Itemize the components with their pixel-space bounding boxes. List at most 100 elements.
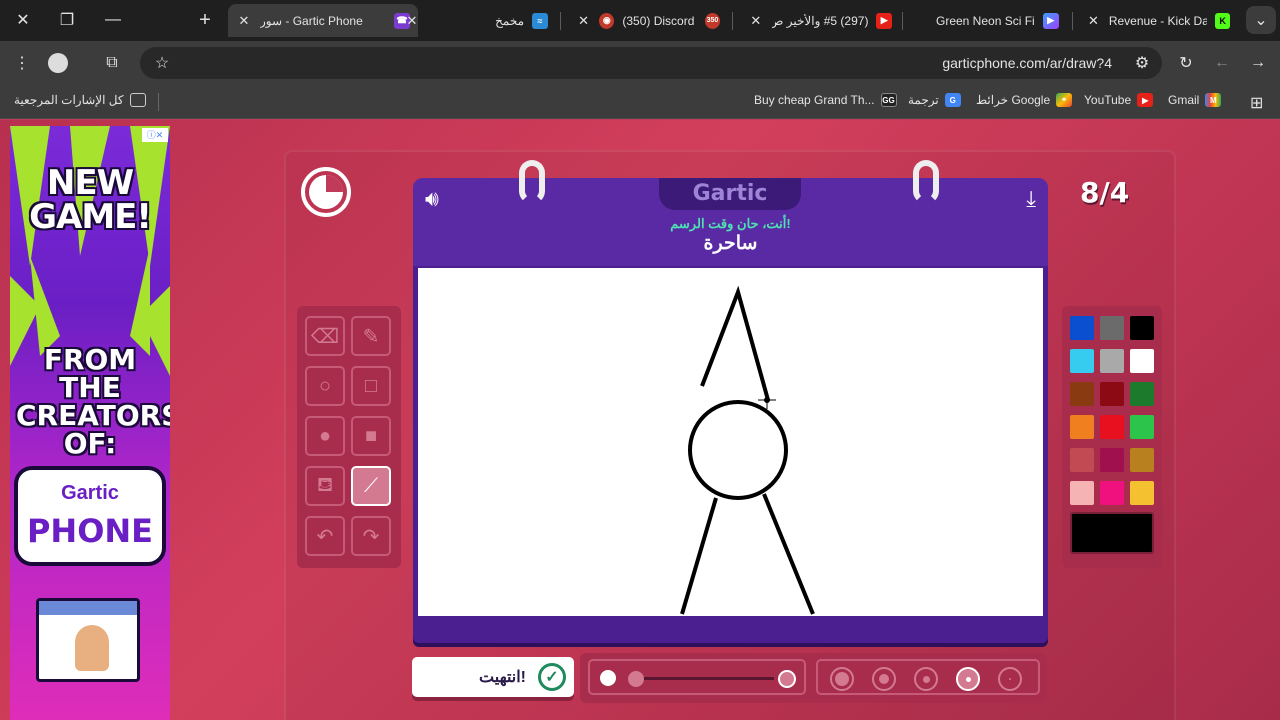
circle-filled-icon[interactable]: ● xyxy=(305,416,345,456)
tab-mukhmukh[interactable]: ✕ مخمخ ≈ xyxy=(396,4,556,37)
browser-toolbar: ⋮ ⧉ ☆ garticphone.com/ar/draw?4 ⚙ ↻ ← → xyxy=(0,41,1280,85)
undo-icon[interactable]: ↶ xyxy=(305,516,345,556)
download-icon[interactable]: ⤓ xyxy=(1026,186,1036,212)
sound-icon[interactable]: 🔊︎ xyxy=(425,186,439,212)
url-text[interactable]: garticphone.com/ar/draw?4 xyxy=(942,55,1112,71)
bookmark-maps[interactable]: خرائط Google ⌖ xyxy=(976,93,1073,107)
tab-title: مخمخ xyxy=(495,13,524,28)
tab-youtube-video[interactable]: ✕ (297) #5 والأخير ص ▶ xyxy=(740,4,900,37)
tab-title: Revenue - Kick Das xyxy=(1108,13,1208,28)
color-swatch[interactable] xyxy=(1070,481,1094,505)
done-label: انتهيت! xyxy=(479,669,526,686)
color-swatch[interactable] xyxy=(1130,382,1154,406)
brush-size-xs[interactable] xyxy=(998,667,1022,691)
youtube-icon: ▶ xyxy=(1137,93,1154,107)
tab-search-icon[interactable]: ⌄ xyxy=(1246,6,1276,34)
restore-window-icon[interactable]: ❐ xyxy=(52,6,82,34)
minimize-window-icon[interactable]: — xyxy=(98,6,128,34)
tab-gartic-phone[interactable]: ✕ Gartic Phone - سور ☎ xyxy=(228,4,418,37)
ad-brand-bottom: PHONE xyxy=(26,512,154,550)
color-swatch[interactable] xyxy=(1100,415,1124,439)
slider-handle[interactable] xyxy=(628,671,644,687)
avatar[interactable] xyxy=(44,49,72,77)
color-swatch[interactable] xyxy=(1070,382,1094,406)
drawing-canvas[interactable] xyxy=(418,268,1043,616)
bookmark-all[interactable]: كل الإشارات المرجعية xyxy=(14,93,146,107)
brush-size-l[interactable] xyxy=(872,667,896,691)
tab-separator xyxy=(560,12,561,30)
color-palette xyxy=(1062,306,1162,568)
ad-brand-top: Gartic xyxy=(61,482,119,504)
pencil-icon[interactable]: ✎ xyxy=(351,316,391,356)
menu-icon[interactable]: ⋮ xyxy=(8,49,36,77)
color-swatch[interactable] xyxy=(1130,349,1154,373)
close-tab-icon[interactable]: ✕ xyxy=(748,13,764,29)
tab-discord[interactable]: ✕ ◉ (350) Discord | 350 xyxy=(568,4,728,37)
close-tab-icon[interactable]: ✕ xyxy=(404,13,420,29)
bookmark-label: Gmail xyxy=(1168,93,1200,107)
bookmarks-bar: كل الإشارات المرجعية Buy cheap Grand Th.… xyxy=(0,85,1280,119)
color-swatch[interactable] xyxy=(1130,481,1154,505)
gmail-icon: M xyxy=(1205,93,1222,107)
color-swatch[interactable] xyxy=(1070,448,1094,472)
opacity-slider[interactable] xyxy=(588,659,806,695)
ad-banner[interactable]: ⓘ✕ NEW GAME! FROM THE CREATORS OF: Garti… xyxy=(10,126,170,720)
ad-card-header xyxy=(39,601,137,615)
address-bar[interactable]: ☆ garticphone.com/ar/draw?4 ⚙ xyxy=(140,47,1162,79)
secret-word: ساحرة xyxy=(703,233,758,254)
color-swatch[interactable] xyxy=(1070,316,1094,340)
ad-info-icon[interactable]: ⓘ✕ xyxy=(142,128,168,142)
slider-end-dot xyxy=(778,670,796,688)
color-swatch[interactable] xyxy=(1100,349,1124,373)
gg-icon: GG xyxy=(880,93,897,107)
color-swatch[interactable] xyxy=(1070,415,1094,439)
tab-title: (350) Discord | xyxy=(622,13,697,28)
redo-icon[interactable]: ↷ xyxy=(351,516,391,556)
ad-character xyxy=(75,625,109,671)
reload-icon[interactable]: ↻ xyxy=(1172,49,1200,77)
color-swatch[interactable] xyxy=(1070,349,1094,373)
brush-size-s[interactable] xyxy=(956,667,980,691)
board-header: Gartic 🔊︎ ⤓ أنت، حان وقت الرسم! ساحرة xyxy=(413,178,1048,266)
site-settings-icon[interactable]: ⚙ xyxy=(1128,49,1156,77)
discord-icon: ◉ xyxy=(599,12,615,29)
bookmark-translate[interactable]: ترجمة G xyxy=(908,93,961,107)
circle-outline-icon[interactable]: ○ xyxy=(305,366,345,406)
line-tool-icon[interactable]: ⟋ xyxy=(351,466,391,506)
color-swatch[interactable] xyxy=(1100,448,1124,472)
back-icon[interactable]: ← xyxy=(1208,49,1236,77)
close-window-icon[interactable]: ✕ xyxy=(8,6,38,34)
tab-separator xyxy=(902,12,903,30)
fill-bucket-icon[interactable]: ⛾ xyxy=(305,466,345,506)
eraser-icon[interactable]: ⌫ xyxy=(305,316,345,356)
forward-icon[interactable]: → xyxy=(1244,49,1272,77)
bookmark-youtube[interactable]: YouTube ▶ xyxy=(1084,93,1154,107)
color-swatch[interactable] xyxy=(1100,316,1124,340)
color-swatch[interactable] xyxy=(1100,481,1124,505)
game-page: ⓘ✕ NEW GAME! FROM THE CREATORS OF: Garti… xyxy=(0,120,1280,720)
apps-grid-icon[interactable]: ⊞ xyxy=(1250,93,1263,113)
color-swatch[interactable] xyxy=(1130,415,1154,439)
ad-logo: Gartic PHONE xyxy=(14,466,166,566)
close-tab-icon[interactable]: ✕ xyxy=(236,13,252,29)
color-swatch[interactable] xyxy=(1130,448,1154,472)
color-swatch[interactable] xyxy=(1130,316,1154,340)
bookmark-gmail[interactable]: Gmail M xyxy=(1168,93,1222,107)
close-tab-icon[interactable]: ✕ xyxy=(576,13,591,29)
square-filled-icon[interactable]: ■ xyxy=(351,416,391,456)
brush-size-m[interactable] xyxy=(914,667,938,691)
square-outline-icon[interactable]: □ xyxy=(351,366,391,406)
extensions-icon[interactable]: ⧉ xyxy=(98,49,126,77)
waveform-icon: ≈ xyxy=(532,12,548,29)
drawing-board: Gartic 🔊︎ ⤓ أنت، حان وقت الرسم! ساحرة xyxy=(413,160,1048,643)
brush-size-xl[interactable] xyxy=(830,667,854,691)
tool-panel: ⌫ ✎ ○ □ ● ■ ⛾ ⟋ ↶ ↷ xyxy=(297,306,401,568)
bookmark-gta[interactable]: Buy cheap Grand Th... GG xyxy=(754,93,897,107)
bookmark-star-icon[interactable]: ☆ xyxy=(148,49,176,77)
tab-kick[interactable]: ✕ Revenue - Kick Das K xyxy=(1078,4,1238,37)
done-button[interactable]: انتهيت! ✓ xyxy=(412,657,574,697)
new-tab-button[interactable]: + xyxy=(190,6,220,34)
color-swatch[interactable] xyxy=(1100,382,1124,406)
close-tab-icon[interactable]: ✕ xyxy=(1086,13,1101,29)
tab-green-neon[interactable]: Green Neon Sci Fi ▶ xyxy=(908,4,1068,37)
